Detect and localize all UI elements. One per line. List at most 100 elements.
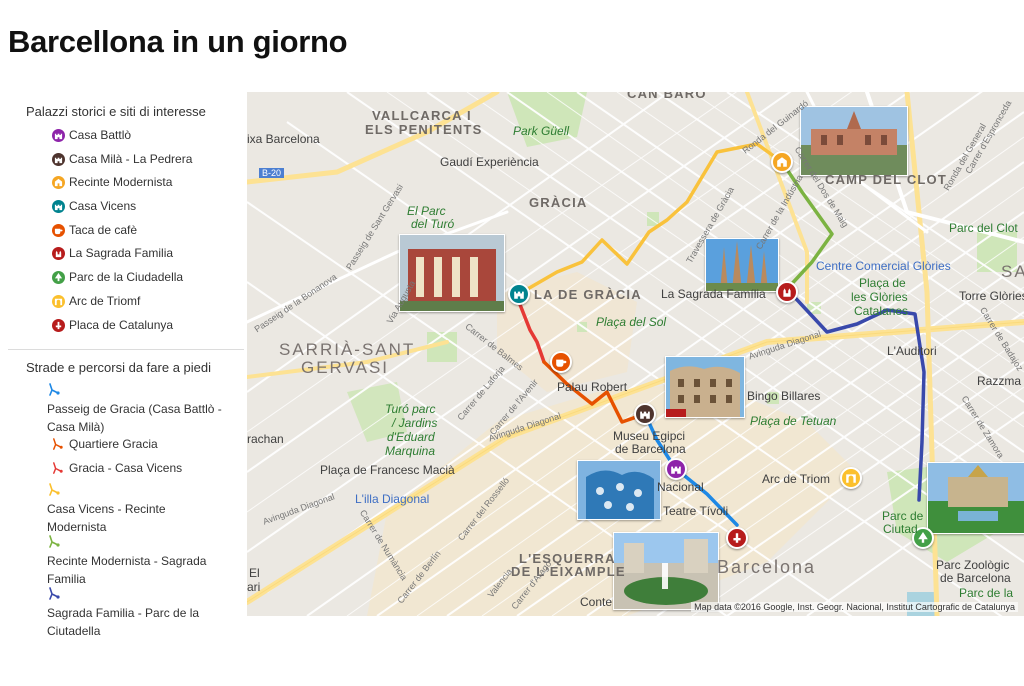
label-placa-del-sol: Plaça del Sol [596, 315, 667, 329]
label-bingo-billares: Bingo Billares [747, 389, 821, 403]
map-marker-coffee-icon[interactable] [550, 351, 572, 373]
label-zoo-1: Parc Zoològic [936, 558, 1010, 572]
label-parc-de-la: Parc de la [959, 586, 1014, 600]
castle-icon [514, 291, 524, 299]
label-barcelona-top: ixa Barcelona [247, 132, 320, 146]
building-icon [52, 176, 65, 190]
label-sagrada-familia: La Sagrada Família [661, 287, 766, 301]
legend-route-item[interactable]: Quartiere Gracia [0, 435, 269, 453]
legend-route-label: Sagrada Familia - Parc de la Ciutadella [47, 606, 200, 639]
map-attribution: Map data ©2016 Google, Inst. Geogr. Naci… [691, 602, 1018, 612]
label-el: El [249, 566, 260, 580]
map-legend: Palazzi storici e siti di interesse Casa… [0, 92, 244, 686]
legend-site-item[interactable]: Recinte Modernista [0, 171, 240, 195]
tree-icon [52, 271, 65, 285]
label-auditori: L'Auditori [887, 344, 937, 358]
legend-route-item[interactable]: Gracia - Casa Vicens [0, 459, 269, 477]
label-placa-glories-3: Catalanes [854, 304, 909, 318]
legend-route-label: Recinte Modernista - Sagrada Familia [47, 554, 207, 587]
label-gaudi-experiencia: Gaudí Experiència [440, 155, 539, 169]
label-la-de-gracia: LA DE GRÀCIA [534, 287, 642, 302]
label-barcelona-big: Barcelona [717, 557, 817, 577]
label-turo-parc-1: Turó parc [385, 402, 436, 416]
placa-catalunya-photo [613, 532, 719, 610]
legend-site-item[interactable]: Parc de la Ciudadella [0, 266, 240, 290]
label-torre-glories: Torre Glòries [959, 289, 1024, 303]
label-ari: ari [247, 580, 261, 594]
recinte-modernista-photo [800, 106, 908, 176]
label-parc-ciut-2: Ciutad [883, 522, 918, 536]
label-illa-diagonal: L'illa Diagonal [355, 492, 430, 506]
label-zoo-2: de Barcelona [940, 571, 1011, 585]
legend-site-item[interactable]: Casa Vicens [0, 195, 240, 219]
legend-site-item[interactable]: Casa Milà - La Pedrera [0, 148, 240, 172]
label-arc-de-triom: Arc de Triom [762, 472, 831, 486]
church-icon [52, 247, 65, 261]
map-marker-castle-icon[interactable] [665, 458, 687, 480]
parc-ciutadella-photo [927, 462, 1024, 534]
legend-route-item[interactable]: Sagrada Familia - Parc de la Ciutadella [0, 587, 222, 640]
casa-mila-photo [665, 356, 745, 418]
coffee-icon [556, 359, 567, 367]
label-centre-glories: Centre Comercial Glòries [816, 259, 951, 273]
legend-site-item[interactable]: Taca de cafè [0, 219, 240, 243]
legend-routes-list: Passeig de Gracia (Casa Battlò - Casa Mi… [0, 380, 240, 638]
label-placa-macia: Plaça de Francesc Macià [320, 463, 455, 477]
legend-routes-title: Strade e percorsi da fare a piedi [26, 360, 211, 376]
label-palau-robert: Palau Robert [557, 380, 628, 394]
map-marker-castle-icon[interactable] [508, 283, 530, 305]
coffee-icon [52, 223, 65, 237]
label-conte: Conte [580, 595, 613, 609]
map-marker-arch-icon[interactable] [840, 467, 862, 489]
legend-divider [8, 349, 244, 351]
page-title: Barcellona in un giorno [8, 24, 348, 59]
map-marker-castle-icon[interactable] [634, 403, 656, 425]
map-marker-monument-icon[interactable] [726, 527, 748, 549]
label-camp-del-clot: CAMP DEL CLOT [825, 172, 948, 187]
castle-icon [640, 411, 650, 419]
map-marker-church-icon[interactable] [776, 281, 798, 303]
label-b20: B-20 [259, 168, 285, 178]
label-sarria-2: GERVASI [301, 358, 390, 377]
legend-site-item[interactable]: Casa Battlò [0, 124, 240, 148]
label-el-parc: El Parc [407, 204, 446, 218]
label-turo-parc-2: / Jardins [392, 416, 438, 430]
legend-site-item[interactable]: Arc de Triomf [0, 290, 240, 314]
map-marker-building-icon[interactable] [771, 151, 793, 173]
label-placa-tetuan: Plaça de Tetuan [750, 414, 837, 428]
label-turo-parc-4: Marquina [385, 444, 436, 458]
legend-site-label: Placa de Catalunya [69, 317, 174, 332]
label-rachan: rachan [247, 432, 284, 446]
legend-sites-list: Casa Battlò Casa Milà - La Pedrera Recinte… [0, 124, 240, 337]
map-canvas[interactable]: CAN BARÓ VALLCARCA I ELS PENITENTS Park … [247, 92, 1024, 616]
legend-route-item[interactable]: Passeig de Gracia (Casa Battlò - Casa Mi… [0, 383, 222, 436]
label-penitents: ELS PENITENTS [365, 122, 483, 137]
label-park-guell: Park Güell [513, 124, 570, 138]
legend-route-label: Gracia - Casa Vicens [69, 461, 183, 476]
label-parc-del-clot: Parc del Clot [949, 221, 1018, 235]
walking-route-icon [47, 535, 61, 549]
building-icon [777, 157, 787, 167]
legend-site-label: Casa Battlò [69, 128, 132, 142]
monument-icon [52, 318, 65, 332]
legend-site-label: Taca de cafè [69, 222, 138, 237]
castle-icon [671, 466, 681, 474]
arch-icon [846, 474, 856, 483]
label-del-turo: del Turó [411, 217, 455, 231]
label-sarria-1: SARRIÀ-SANT [279, 340, 416, 359]
label-esquerra-2: DE L'EIXAMPLE [511, 564, 626, 579]
legend-site-item[interactable]: La Sagrada Familia [0, 242, 240, 266]
legend-site-label: Casa Milà - La Pedrera [69, 151, 193, 166]
legend-site-item[interactable]: Placa de Catalunya [0, 314, 240, 338]
legend-site-label: Arc de Triomf [69, 293, 141, 308]
legend-site-label: Casa Vicens [69, 199, 137, 214]
legend-route-item[interactable]: Casa Vicens - Recinte Modernista [0, 483, 222, 536]
label-museu-2: de Barcelona [615, 442, 686, 456]
label-gracia: GRÀCIA [529, 195, 588, 210]
legend-route-label: Quartiere Gracia [69, 437, 158, 452]
walking-route-icon [47, 383, 61, 397]
label-museu-1: Museu Egipci [613, 429, 686, 443]
label-placa-glories-1: Plaça de [859, 276, 906, 290]
legend-route-item[interactable]: Recinte Modernista - Sagrada Familia [0, 535, 222, 588]
legend-site-label: Parc de la Ciudadella [69, 270, 184, 285]
